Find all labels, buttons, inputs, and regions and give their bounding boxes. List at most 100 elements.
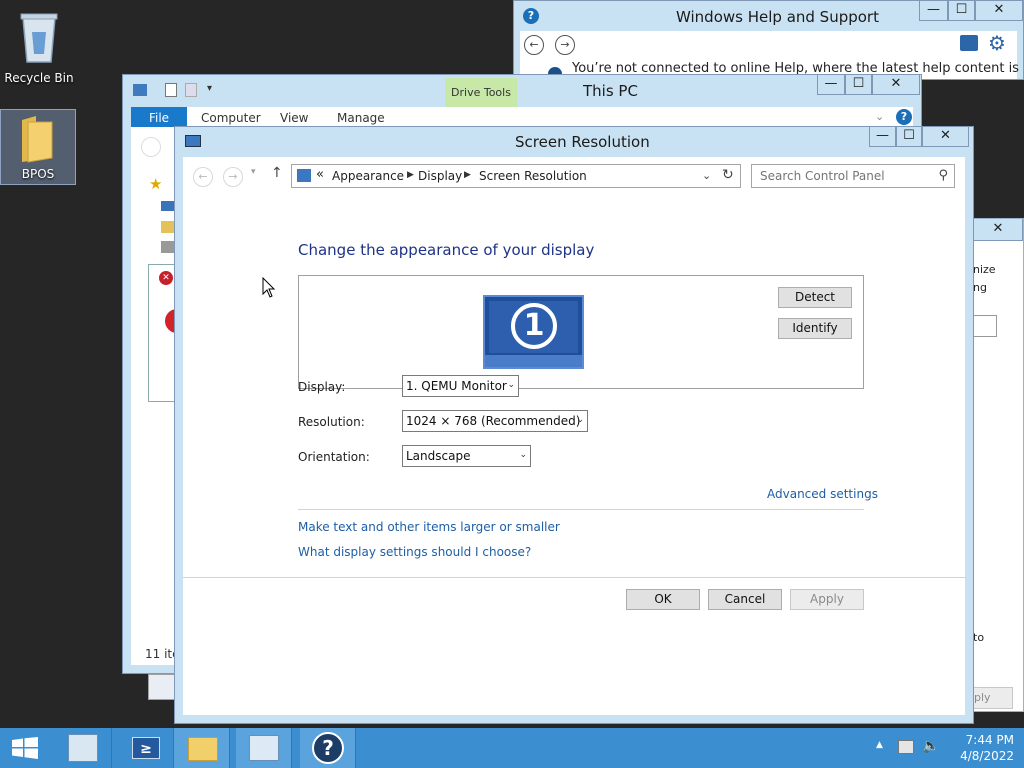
breadcrumb-separator-icon[interactable]: ▶ <box>407 170 414 180</box>
orientation-select[interactable]: Landscape ⌄ <box>402 445 531 467</box>
close-button[interactable]: ✕ <box>975 1 1023 21</box>
detect-button[interactable]: Detect <box>778 287 852 308</box>
divider <box>183 577 967 578</box>
taskbar-powershell[interactable]: ≥ <box>118 728 174 768</box>
breadcrumb-separator-icon[interactable]: ▶ <box>464 170 471 180</box>
nav-item-icon <box>161 221 175 233</box>
desktop-icon-recycle-bin[interactable]: Recycle Bin <box>1 4 77 85</box>
maximize-button[interactable]: ☐ <box>948 1 975 21</box>
orientation-label: Orientation: <box>298 450 370 464</box>
control-panel-icon <box>297 169 311 182</box>
maximize-button[interactable]: ☐ <box>845 75 872 95</box>
breadcrumb-screen-resolution[interactable]: Screen Resolution <box>479 169 587 183</box>
mouse-cursor-icon <box>262 277 276 298</box>
breadcrumb-overflow[interactable]: « <box>316 167 324 182</box>
network-icon[interactable] <box>898 740 914 754</box>
monitor-icon <box>185 135 201 147</box>
monitor-1-preview[interactable]: 1 <box>483 295 584 369</box>
recycle-bin-icon <box>20 13 58 63</box>
maximize-button[interactable]: ☐ <box>896 127 922 147</box>
forward-icon[interactable]: → <box>223 167 243 187</box>
text-size-link[interactable]: Make text and other items larger or smal… <box>298 520 560 534</box>
taskbar-server-manager[interactable] <box>56 728 112 768</box>
back-icon[interactable]: ← <box>524 35 544 55</box>
divider <box>298 509 864 510</box>
server-manager-icon <box>68 734 98 762</box>
search-box[interactable]: ⚲ <box>751 164 955 188</box>
background-input <box>973 315 997 337</box>
tab-view[interactable]: View <box>280 111 308 125</box>
help-icon[interactable]: ? <box>896 109 912 125</box>
help-content: ← → ⚙ You’re not connected to online Hel… <box>520 31 1019 79</box>
resolution-value: 1024 × 768 (Recommended) <box>406 414 581 428</box>
cancel-button[interactable]: Cancel <box>708 589 782 610</box>
expand-ribbon-icon[interactable]: ⌄ <box>875 110 884 123</box>
resolution-select[interactable]: 1024 × 768 (Recommended) ⌄ <box>402 410 588 432</box>
tab-manage[interactable]: Manage <box>337 111 385 125</box>
error-icon: ✕ <box>159 271 173 285</box>
forward-icon[interactable]: → <box>555 35 575 55</box>
minimize-button[interactable]: — <box>869 127 896 147</box>
taskbar: ≥ ? ▲ 🔈 7:44 PM 4/8/2022 <box>0 728 1024 768</box>
show-hidden-icons[interactable]: ▲ <box>876 740 883 750</box>
background-text: nize <box>973 263 996 276</box>
desktop-icon-label: Recycle Bin <box>4 71 74 85</box>
window-title: Screen Resolution <box>515 133 650 151</box>
taskbar-control-panel[interactable] <box>236 728 292 768</box>
screen-resolution-window[interactable]: Screen Resolution — ☐ ✕ ← → ▾ ↑ « Appear… <box>174 126 974 724</box>
apply-button[interactable]: Apply <box>790 589 864 610</box>
breadcrumb-display[interactable]: Display <box>418 169 462 183</box>
properties-icon[interactable] <box>165 83 177 97</box>
folder-icon <box>188 737 218 761</box>
gear-icon[interactable]: ⚙ <box>988 31 1006 55</box>
recent-locations-icon[interactable]: ▾ <box>251 167 256 177</box>
display-select[interactable]: 1. QEMU Monitor ⌄ <box>402 375 519 397</box>
ok-button[interactable]: OK <box>626 589 700 610</box>
address-bar[interactable]: « Appearance ▶ Display ▶ Screen Resoluti… <box>291 164 741 188</box>
back-icon[interactable] <box>141 137 161 157</box>
folder-icon <box>22 116 53 163</box>
clock-date[interactable]: 4/8/2022 <box>960 749 1014 763</box>
up-icon[interactable]: ↑ <box>271 165 283 181</box>
tab-computer[interactable]: Computer <box>201 111 261 125</box>
advanced-settings-link[interactable]: Advanced settings <box>767 487 878 501</box>
minimize-button[interactable]: — <box>817 75 845 95</box>
monitor-number: 1 <box>511 303 557 349</box>
background-text: to <box>973 631 985 644</box>
chevron-down-icon: ⌄ <box>519 450 527 460</box>
close-button[interactable]: ✕ <box>922 127 969 147</box>
chevron-down-icon[interactable]: ▾ <box>207 83 212 94</box>
back-icon[interactable]: ← <box>193 167 213 187</box>
page-heading: Change the appearance of your display <box>298 241 595 259</box>
taskbar-file-explorer[interactable] <box>174 728 230 768</box>
window-title: Windows Help and Support <box>676 8 879 26</box>
volume-icon[interactable]: 🔈 <box>922 738 939 754</box>
identify-button[interactable]: Identify <box>778 318 852 339</box>
close-button[interactable]: ✕ <box>872 75 920 95</box>
search-input[interactable] <box>760 166 930 186</box>
display-settings-help-link[interactable]: What display settings should I choose? <box>298 545 531 559</box>
control-panel-icon <box>249 735 279 761</box>
drive-tools-context-tab: Drive Tools <box>445 78 517 107</box>
windows-logo-icon <box>12 737 38 759</box>
search-icon[interactable]: ⚲ <box>938 168 948 183</box>
breadcrumb-appearance[interactable]: Appearance <box>332 169 404 183</box>
start-button[interactable] <box>0 728 52 768</box>
clock-time[interactable]: 7:44 PM <box>966 733 1014 747</box>
minimize-button[interactable]: — <box>919 1 948 21</box>
taskbar-help[interactable]: ? <box>300 728 356 768</box>
qat-icon <box>133 84 147 96</box>
help-icon: ? <box>523 8 539 24</box>
print-icon[interactable] <box>960 35 978 51</box>
help-icon: ? <box>312 732 344 764</box>
close-button[interactable]: ✕ <box>973 219 1023 241</box>
new-folder-icon[interactable] <box>185 83 197 97</box>
chevron-down-icon: ⌄ <box>507 380 515 390</box>
refresh-icon[interactable]: ↻ <box>722 167 734 183</box>
desktop-icon-bpos[interactable]: BPOS <box>0 109 76 185</box>
powershell-icon: ≥ <box>132 737 160 759</box>
screen-resolution-content: ← → ▾ ↑ « Appearance ▶ Display ▶ Screen … <box>183 157 967 715</box>
status-bar-text: 11 items <box>145 647 175 661</box>
chevron-down-icon[interactable]: ⌄ <box>702 169 711 182</box>
help-window[interactable]: ? Windows Help and Support — ☐ ✕ ← → ⚙ Y… <box>513 0 1024 80</box>
